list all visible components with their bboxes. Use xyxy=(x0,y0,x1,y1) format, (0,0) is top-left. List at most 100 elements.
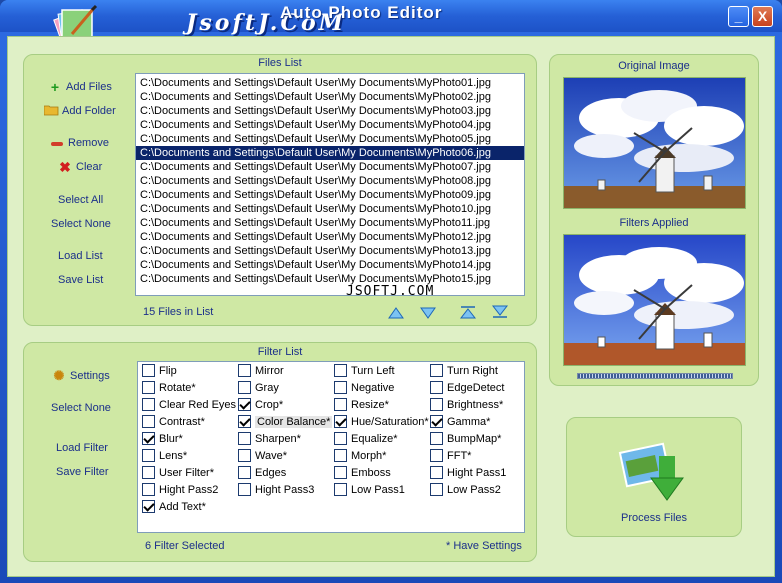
filter-checkbox-item[interactable]: Crop* xyxy=(238,397,283,412)
file-list-item[interactable]: C:\Documents and Settings\Default User\M… xyxy=(136,146,524,160)
checkbox[interactable] xyxy=(142,432,155,445)
process-files-button[interactable]: Process Files xyxy=(566,417,742,537)
filter-checkbox-item[interactable]: Contrast* xyxy=(142,414,205,429)
filter-checkbox-item[interactable]: Blur* xyxy=(142,431,183,446)
file-list-item[interactable]: C:\Documents and Settings\Default User\M… xyxy=(136,76,524,90)
filter-checkbox-item[interactable]: Equalize* xyxy=(334,431,397,446)
checkbox[interactable] xyxy=(430,398,443,411)
select-all-button[interactable]: Select All xyxy=(58,194,103,206)
checkbox[interactable] xyxy=(142,449,155,462)
filter-checkbox-item[interactable]: Turn Right xyxy=(430,363,498,378)
filter-checkbox-item[interactable]: Hight Pass2 xyxy=(142,482,218,497)
move-top-icon[interactable] xyxy=(459,305,477,319)
file-list-item[interactable]: C:\Documents and Settings\Default User\M… xyxy=(136,132,524,146)
filter-checkbox-item[interactable]: Add Text* xyxy=(142,499,206,514)
file-list-item[interactable]: C:\Documents and Settings\Default User\M… xyxy=(136,160,524,174)
filter-checkbox-item[interactable]: EdgeDetect xyxy=(430,380,504,395)
checkbox[interactable] xyxy=(238,381,251,394)
checkbox[interactable] xyxy=(142,415,155,428)
checkbox[interactable] xyxy=(430,483,443,496)
files-listbox[interactable]: C:\Documents and Settings\Default User\M… xyxy=(135,73,525,296)
file-list-item[interactable]: C:\Documents and Settings\Default User\M… xyxy=(136,258,524,272)
checkbox[interactable] xyxy=(334,449,347,462)
load-list-button[interactable]: Load List xyxy=(58,250,103,262)
move-up-icon[interactable] xyxy=(387,306,405,320)
file-list-item[interactable]: C:\Documents and Settings\Default User\M… xyxy=(136,90,524,104)
checkbox[interactable] xyxy=(334,415,347,428)
filter-checkbox-item[interactable]: Low Pass1 xyxy=(334,482,405,497)
checkbox[interactable] xyxy=(334,432,347,445)
filter-checkbox-item[interactable]: Edges xyxy=(238,465,286,480)
settings-button[interactable]: ✺ Settings xyxy=(52,369,110,383)
load-filter-button[interactable]: Load Filter xyxy=(56,442,108,454)
checkbox[interactable] xyxy=(334,398,347,411)
filter-checkbox-item[interactable]: Mirror xyxy=(238,363,284,378)
checkbox[interactable] xyxy=(238,398,251,411)
checkbox[interactable] xyxy=(238,364,251,377)
filter-checkbox-item[interactable]: Color Balance* xyxy=(238,414,333,429)
filter-checkbox-item[interactable]: Brightness* xyxy=(430,397,503,412)
save-list-button[interactable]: Save List xyxy=(58,274,103,286)
minimize-button[interactable]: _ xyxy=(728,6,749,27)
move-bottom-icon[interactable] xyxy=(491,305,509,319)
checkbox[interactable] xyxy=(238,449,251,462)
filter-checkbox-item[interactable]: Resize* xyxy=(334,397,389,412)
checkbox[interactable] xyxy=(430,432,443,445)
checkbox[interactable] xyxy=(334,364,347,377)
move-down-icon[interactable] xyxy=(419,306,437,320)
save-filter-button[interactable]: Save Filter xyxy=(56,466,109,478)
add-folder-button[interactable]: Add Folder xyxy=(43,104,116,118)
file-list-item[interactable]: C:\Documents and Settings\Default User\M… xyxy=(136,230,524,244)
select-none-filters-button[interactable]: Select None xyxy=(51,402,111,414)
title-bar[interactable]: JsoftJ.CoM Auto Photo Editor _ X xyxy=(0,0,782,48)
filter-checkbox-item[interactable]: Hight Pass3 xyxy=(238,482,314,497)
file-list-item[interactable]: C:\Documents and Settings\Default User\M… xyxy=(136,188,524,202)
checkbox[interactable] xyxy=(142,483,155,496)
checkbox[interactable] xyxy=(430,364,443,377)
filter-checkbox-item[interactable]: FFT* xyxy=(430,448,471,463)
file-list-item[interactable]: C:\Documents and Settings\Default User\M… xyxy=(136,216,524,230)
file-list-item[interactable]: C:\Documents and Settings\Default User\M… xyxy=(136,244,524,258)
checkbox[interactable] xyxy=(142,398,155,411)
file-list-item[interactable]: C:\Documents and Settings\Default User\M… xyxy=(136,272,524,286)
checkbox[interactable] xyxy=(430,466,443,479)
checkbox[interactable] xyxy=(334,483,347,496)
filter-checkbox-item[interactable]: Wave* xyxy=(238,448,287,463)
checkbox[interactable] xyxy=(142,364,155,377)
checkbox[interactable] xyxy=(334,466,347,479)
filter-checkbox-item[interactable]: Gray xyxy=(238,380,279,395)
filter-checkbox-item[interactable]: Turn Left xyxy=(334,363,395,378)
clear-button[interactable]: ✖ Clear xyxy=(58,160,102,174)
file-list-item[interactable]: C:\Documents and Settings\Default User\M… xyxy=(136,202,524,216)
add-files-button[interactable]: + Add Files xyxy=(48,80,112,94)
filter-checkbox-item[interactable]: Sharpen* xyxy=(238,431,301,446)
checkbox[interactable] xyxy=(238,483,251,496)
checkbox[interactable] xyxy=(238,432,251,445)
filter-checkbox-item[interactable]: BumpMap* xyxy=(430,431,501,446)
filter-checkbox-item[interactable]: Low Pass2 xyxy=(430,482,501,497)
filter-checkbox-item[interactable]: Clear Red Eyes xyxy=(142,397,236,412)
checkbox[interactable] xyxy=(334,381,347,394)
file-list-item[interactable]: C:\Documents and Settings\Default User\M… xyxy=(136,118,524,132)
file-list-item[interactable]: C:\Documents and Settings\Default User\M… xyxy=(136,104,524,118)
filter-checkbox-item[interactable]: Emboss xyxy=(334,465,391,480)
filter-checkbox-item[interactable]: User Filter* xyxy=(142,465,214,480)
filter-checkbox-item[interactable]: Flip xyxy=(142,363,177,378)
filter-listbox[interactable]: Flip Mirror Turn Left Turn Right Rotate* Gray… xyxy=(137,361,525,533)
filter-checkbox-item[interactable]: Negative xyxy=(334,380,394,395)
filter-checkbox-item[interactable]: Hue/Saturation* xyxy=(334,414,429,429)
checkbox[interactable] xyxy=(142,500,155,513)
select-none-files-button[interactable]: Select None xyxy=(51,218,111,230)
checkbox[interactable] xyxy=(238,415,251,428)
filter-checkbox-item[interactable]: Hight Pass1 xyxy=(430,465,506,480)
checkbox[interactable] xyxy=(142,466,155,479)
file-list-item[interactable]: C:\Documents and Settings\Default User\M… xyxy=(136,174,524,188)
checkbox[interactable] xyxy=(430,415,443,428)
checkbox[interactable] xyxy=(430,449,443,462)
checkbox[interactable] xyxy=(430,381,443,394)
filter-checkbox-item[interactable]: Rotate* xyxy=(142,380,196,395)
filter-checkbox-item[interactable]: Morph* xyxy=(334,448,386,463)
close-button[interactable]: X xyxy=(752,6,773,27)
filter-checkbox-item[interactable]: Gamma* xyxy=(430,414,490,429)
checkbox[interactable] xyxy=(142,381,155,394)
